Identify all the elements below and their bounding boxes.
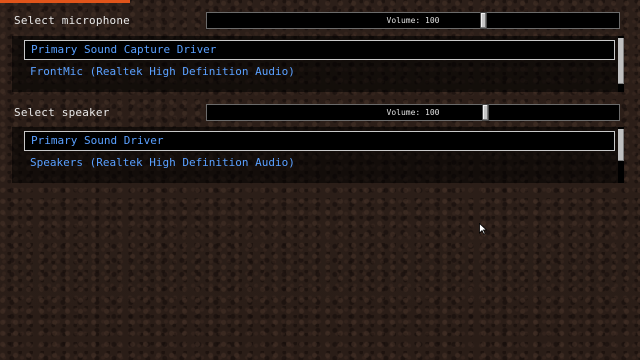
speaker-device-list: Primary Sound Driver Speakers (Realtek H… [12,127,624,183]
top-accent-bar [0,0,130,3]
microphone-scrollbar-thumb[interactable] [618,38,624,84]
microphone-device-item[interactable]: FrontMic (Realtek High Definition Audio) [24,63,615,83]
microphone-volume-text: Volume: 100 [386,16,440,25]
mouse-pointer-icon [479,223,487,235]
speaker-volume-text: Volume: 100 [386,108,440,117]
microphone-volume-knob[interactable] [480,12,487,29]
speaker-device-item[interactable]: Primary Sound Driver [24,131,615,151]
speaker-list-scrollbar[interactable] [618,127,624,183]
microphone-section-label: Select microphone [14,14,130,27]
speaker-section-label: Select speaker [14,106,110,119]
speaker-device-item[interactable]: Speakers (Realtek High Definition Audio) [24,154,615,174]
microphone-device-item[interactable]: Primary Sound Capture Driver [24,40,615,60]
speaker-scrollbar-thumb[interactable] [618,129,624,161]
microphone-volume-slider[interactable]: Volume: 100 [206,12,620,29]
microphone-device-list: Primary Sound Capture Driver FrontMic (R… [12,36,624,92]
speaker-volume-knob[interactable] [482,104,489,121]
speaker-volume-slider[interactable]: Volume: 100 [206,104,620,121]
microphone-list-scrollbar[interactable] [618,36,624,92]
